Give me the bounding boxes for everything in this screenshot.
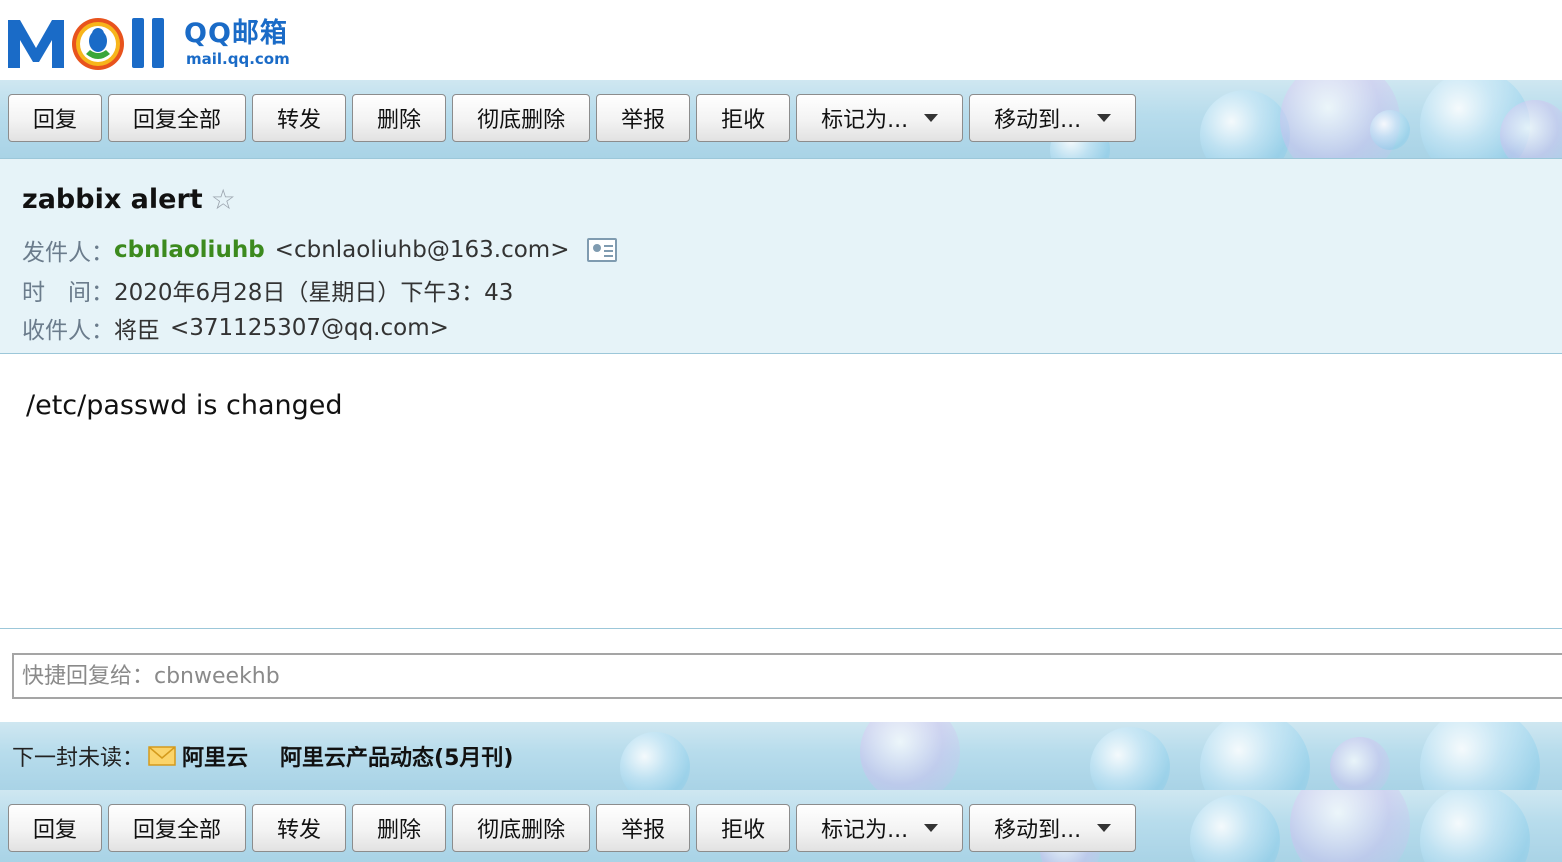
recipient-name[interactable]: 将臣 (114, 311, 160, 345)
next-unread-bar: 下一封未读： 阿里云 阿里云产品动态(5月刊) (0, 722, 1562, 790)
time-row: 时 间： 2020年6月28日（星期日）下午3：43 (22, 273, 513, 307)
bubble-decoration (1370, 110, 1410, 150)
qq-mail-logo[interactable]: QQ邮箱 mail.qq.com (6, 14, 296, 72)
delete-button[interactable]: 删除 (352, 804, 447, 852)
mark-as-button[interactable]: 标记为... (796, 804, 964, 852)
bubble-decoration (1280, 80, 1400, 158)
from-label: 发件人： (22, 240, 114, 266)
recipient-row: 收件人： 将臣 <371125307@qq.com> (22, 311, 449, 345)
time-value: 2020年6月28日（星期日）下午3：43 (114, 280, 514, 306)
top-button-row: 回复 回复全部 转发 删除 彻底删除 举报 拒收 标记为... 移动到... (8, 94, 1137, 142)
forward-button[interactable]: 转发 (252, 94, 347, 142)
logo-title: QQ邮箱 (184, 18, 288, 49)
bubble-decoration (1420, 790, 1530, 862)
chevron-down-icon (924, 824, 939, 832)
permanent-delete-button[interactable]: 彻底删除 (452, 94, 591, 142)
chevron-down-icon (924, 114, 939, 122)
star-icon[interactable]: ☆ (211, 183, 236, 216)
permanent-delete-button[interactable]: 彻底删除 (452, 804, 591, 852)
mail-logo-icon (8, 14, 164, 70)
bubble-decoration (1190, 795, 1280, 862)
report-button[interactable]: 举报 (596, 804, 691, 852)
sender-name[interactable]: cbnlaoliuhb (114, 237, 265, 263)
reply-all-button[interactable]: 回复全部 (108, 804, 247, 852)
chevron-down-icon (1097, 114, 1112, 122)
envelope-icon (148, 746, 176, 766)
mail-subject: zabbix alert ☆ (22, 183, 236, 216)
quick-reply-area (0, 628, 1562, 722)
bottom-button-row: 回复 回复全部 转发 删除 彻底删除 举报 拒收 标记为... 移动到... (8, 804, 1137, 852)
subject-text: zabbix alert (22, 184, 203, 215)
mark-as-button[interactable]: 标记为... (796, 94, 964, 142)
sender-email: <cbnlaoliuhb@163.com> (274, 237, 570, 263)
bubble-decoration (1200, 722, 1310, 790)
next-unread-subject[interactable]: 阿里云产品动态(5月刊) (280, 740, 513, 772)
app-header: QQ邮箱 mail.qq.com (0, 0, 1562, 80)
bubble-decoration (1330, 737, 1390, 790)
quick-reply-input[interactable] (12, 653, 1562, 699)
bubble-decoration (1290, 790, 1410, 862)
bubble-decoration (860, 722, 960, 790)
forward-button[interactable]: 转发 (252, 804, 347, 852)
move-to-button[interactable]: 移动到... (969, 804, 1137, 852)
bubble-decoration (620, 732, 690, 790)
mail-header: zabbix alert ☆ 发件人： cbnlaoliuhb <cbnlaol… (0, 158, 1562, 354)
next-unread-sender[interactable]: 阿里云 (182, 740, 248, 772)
mark-as-label: 标记为... (821, 108, 909, 133)
bubble-decoration (1500, 100, 1562, 158)
bubble-decoration (1090, 727, 1170, 790)
contact-card-icon[interactable] (587, 238, 618, 262)
sender-row: 发件人： cbnlaoliuhb <cbnlaoliuhb@163.com> (22, 233, 618, 267)
move-to-button[interactable]: 移动到... (969, 94, 1137, 142)
reject-button[interactable]: 拒收 (696, 804, 791, 852)
time-label: 时 间： (22, 280, 114, 306)
next-unread-label: 下一封未读： (12, 746, 145, 771)
reply-button[interactable]: 回复 (8, 94, 103, 142)
bottom-toolbar: 回复 回复全部 转发 删除 彻底删除 举报 拒收 标记为... 移动到... (0, 790, 1562, 862)
to-label: 收件人： (22, 318, 114, 344)
mail-body: /etc/passwd is changed (26, 390, 343, 421)
move-to-label: 移动到... (994, 108, 1082, 133)
reply-all-button[interactable]: 回复全部 (108, 94, 247, 142)
bubble-decoration (1200, 90, 1290, 158)
reply-button[interactable]: 回复 (8, 804, 103, 852)
delete-button[interactable]: 删除 (352, 94, 447, 142)
bubble-decoration (1420, 80, 1530, 158)
mark-as-label: 标记为... (821, 818, 909, 843)
top-toolbar: 回复 回复全部 转发 删除 彻底删除 举报 拒收 标记为... 移动到... (0, 80, 1562, 158)
bubble-decoration (1420, 722, 1540, 790)
recipient-email: <371125307@qq.com> (170, 315, 449, 341)
chevron-down-icon (1097, 824, 1112, 832)
next-unread-row: 下一封未读： 阿里云 阿里云产品动态(5月刊) (12, 740, 513, 772)
report-button[interactable]: 举报 (596, 94, 691, 142)
move-to-label: 移动到... (994, 818, 1082, 843)
logo-url: mail.qq.com (186, 50, 290, 68)
reject-button[interactable]: 拒收 (696, 94, 791, 142)
